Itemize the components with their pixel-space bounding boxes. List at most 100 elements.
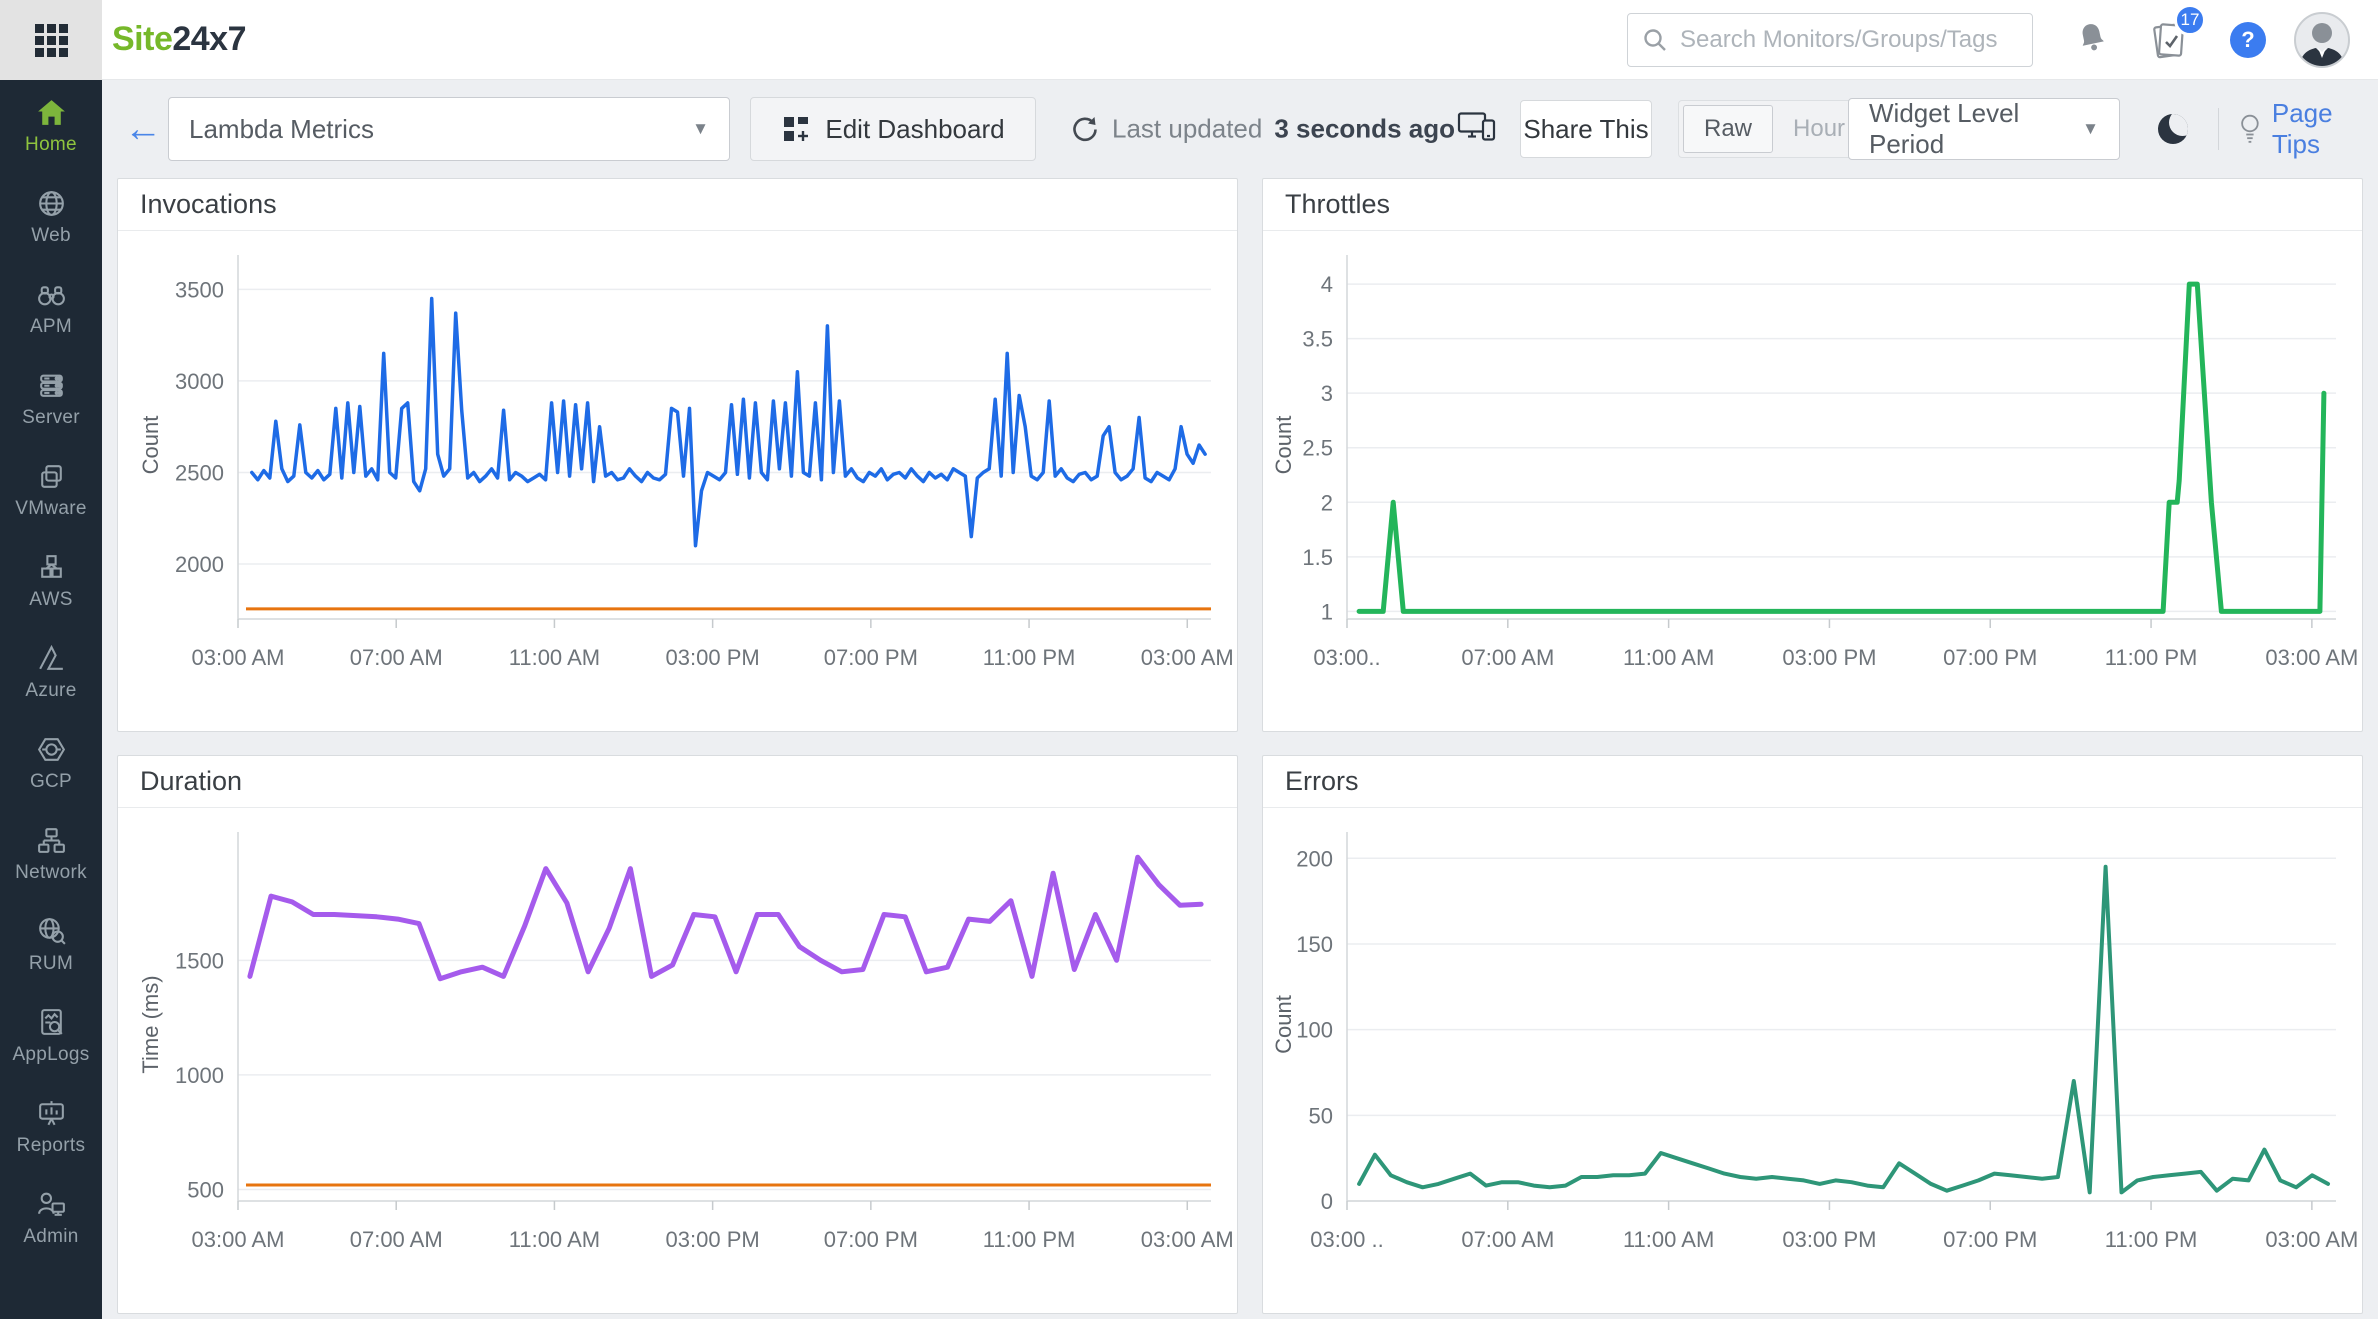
- share-this-button[interactable]: Share This: [1520, 100, 1652, 158]
- home-icon: [37, 99, 65, 125]
- svg-text:2.5: 2.5: [1302, 436, 1333, 461]
- edit-dashboard-button[interactable]: Edit Dashboard: [750, 97, 1036, 161]
- sidebar-item-apm[interactable]: APM: [0, 262, 102, 353]
- invocations-panel: Invocations 2000 2500 3000 3500 03:00 AM 07:0…: [117, 178, 1238, 732]
- panel-title: Errors: [1285, 766, 1359, 796]
- svg-text:3: 3: [1321, 381, 1333, 406]
- applogs-doc-icon: [40, 1008, 63, 1035]
- sidebar-item-web[interactable]: Web: [0, 171, 102, 262]
- dashboard-select[interactable]: Lambda Metrics ▼: [168, 97, 730, 161]
- svg-text:03:00 PM: 03:00 PM: [666, 645, 760, 670]
- sidebar: Home Web APM Server VMware AWS Azure GCP…: [0, 0, 102, 1319]
- sidebar-item-network[interactable]: Network: [0, 808, 102, 899]
- svg-text:03:00 ..: 03:00 ..: [1310, 1227, 1383, 1252]
- site24x7-logo[interactable]: Site24x7: [112, 20, 246, 59]
- sidebar-item-label: AppLogs: [12, 1043, 90, 1065]
- page-tips-link[interactable]: Page Tips: [2238, 98, 2378, 160]
- svg-text:03:00..: 03:00..: [1313, 645, 1380, 670]
- invocations-chart[interactable]: 2000 2500 3000 3500 03:00 AM 07:00 AM 11:00 AM…: [118, 231, 1237, 731]
- panel-header: Throttles: [1263, 179, 2362, 231]
- svg-text:Count: Count: [1271, 995, 1296, 1054]
- chevron-down-icon: ▼: [2082, 119, 2099, 138]
- dashboard-toolbar: ← Lambda Metrics ▼ Edit Dashboard Last u…: [102, 80, 2378, 178]
- search-icon: [1644, 29, 1666, 51]
- panel-header: Duration: [118, 756, 1237, 808]
- svg-text:3500: 3500: [175, 277, 224, 302]
- devices-view-button[interactable]: [1457, 109, 1497, 150]
- svg-text:Count: Count: [138, 416, 163, 475]
- app-launcher-button[interactable]: [0, 0, 102, 80]
- svg-text:07:00 AM: 07:00 AM: [1461, 1227, 1554, 1252]
- errors-chart[interactable]: 0 50 100 150 200 03:00 .. 07:00 AM 11:00 AM 03:0…: [1263, 808, 2362, 1313]
- panel-title: Invocations: [140, 189, 277, 219]
- sidebar-item-vmware[interactable]: VMware: [0, 444, 102, 535]
- sidebar-item-applogs[interactable]: AppLogs: [0, 990, 102, 1081]
- refresh-icon[interactable]: [1070, 114, 1100, 144]
- toggle-raw[interactable]: Raw: [1683, 105, 1774, 153]
- globe-icon: [38, 190, 64, 216]
- dashboard-select-value: Lambda Metrics: [189, 113, 374, 144]
- svg-text:03:00 PM: 03:00 PM: [666, 1227, 760, 1252]
- widget-level-period-select[interactable]: Widget Level Period ▼: [1848, 98, 2120, 160]
- sidebar-item-gcp[interactable]: GCP: [0, 717, 102, 808]
- sidebar-item-label: Home: [25, 133, 77, 155]
- notifications-bell-button[interactable]: [2074, 19, 2110, 60]
- svg-text:500: 500: [187, 1178, 224, 1203]
- sidebar-item-label: Admin: [23, 1225, 79, 1247]
- sidebar-item-server[interactable]: Server: [0, 353, 102, 444]
- svg-text:03:00 PM: 03:00 PM: [1782, 1227, 1876, 1252]
- svg-text:03:00 AM: 03:00 AM: [1141, 1227, 1234, 1252]
- sidebar-item-azure[interactable]: Azure: [0, 626, 102, 717]
- sidebar-item-reports[interactable]: Reports: [0, 1081, 102, 1172]
- svg-text:07:00 AM: 07:00 AM: [350, 645, 443, 670]
- page-tips-label: Page Tips: [2271, 98, 2333, 159]
- moon-icon: [2158, 114, 2188, 144]
- admin-person-icon: [37, 1192, 65, 1216]
- search-input[interactable]: [1680, 26, 2018, 54]
- svg-text:Count: Count: [1271, 416, 1296, 475]
- aws-cubes-icon: [40, 554, 62, 578]
- svg-text:11:00 AM: 11:00 AM: [509, 645, 600, 670]
- tasks-count-badge: 17: [2174, 3, 2206, 36]
- user-avatar[interactable]: [2294, 11, 2350, 68]
- tasks-button[interactable]: 17: [2150, 3, 2206, 62]
- network-nodes-icon: [37, 827, 65, 853]
- sidebar-item-admin[interactable]: Admin: [0, 1172, 102, 1263]
- svg-text:150: 150: [1296, 932, 1333, 957]
- svg-text:1000: 1000: [175, 1063, 224, 1088]
- dark-mode-toggle[interactable]: [2158, 114, 2188, 144]
- sidebar-item-aws[interactable]: AWS: [0, 535, 102, 626]
- back-button[interactable]: ←: [124, 110, 162, 148]
- throttles-chart[interactable]: 1 1.5 2 2.5 3 3.5 4 03:00.. 07:00 AM 11:00 AM 03:0…: [1263, 231, 2362, 731]
- sidebar-item-label: AWS: [29, 588, 73, 610]
- sidebar-item-label: RUM: [28, 952, 74, 974]
- panel-header: Errors: [1263, 756, 2362, 808]
- sidebar-item-rum[interactable]: RUM: [0, 899, 102, 990]
- sidebar-item-label: Server: [22, 406, 80, 428]
- share-this-label: Share This: [1523, 113, 1649, 144]
- help-icon: ?: [2230, 21, 2266, 58]
- duration-chart[interactable]: 500 1000 1500 03:00 AM 07:00 AM 11:00 AM 03:00…: [118, 808, 1237, 1313]
- edit-dashboard-icon: [784, 117, 809, 141]
- devices-icon: [1457, 112, 1496, 141]
- svg-text:07:00 PM: 07:00 PM: [824, 645, 918, 670]
- svg-text:100: 100: [1296, 1018, 1333, 1043]
- svg-text:11:00 PM: 11:00 PM: [983, 645, 1076, 670]
- svg-text:11:00 PM: 11:00 PM: [983, 1227, 1076, 1252]
- server-stack-icon: [39, 374, 63, 397]
- svg-text:50: 50: [1309, 1103, 1333, 1128]
- help-button[interactable]: ?: [2230, 21, 2266, 58]
- global-search[interactable]: [1627, 13, 2033, 67]
- svg-text:1: 1: [1321, 599, 1333, 624]
- sidebar-item-home[interactable]: Home: [0, 80, 102, 171]
- svg-text:1500: 1500: [175, 948, 224, 973]
- sidebar-item-label: GCP: [29, 770, 73, 792]
- svg-text:3000: 3000: [175, 369, 224, 394]
- last-updated-value: 3 seconds ago: [1274, 113, 1455, 144]
- sidebar-nav: Home Web APM Server VMware AWS Azure GCP…: [0, 80, 102, 1263]
- avatar-image: [2294, 11, 2350, 68]
- sidebar-item-label: Azure: [25, 679, 77, 701]
- svg-text:11:00 PM: 11:00 PM: [2105, 1227, 2198, 1252]
- sidebar-item-label: Network: [15, 861, 87, 883]
- svg-text:11:00 AM: 11:00 AM: [1623, 645, 1714, 670]
